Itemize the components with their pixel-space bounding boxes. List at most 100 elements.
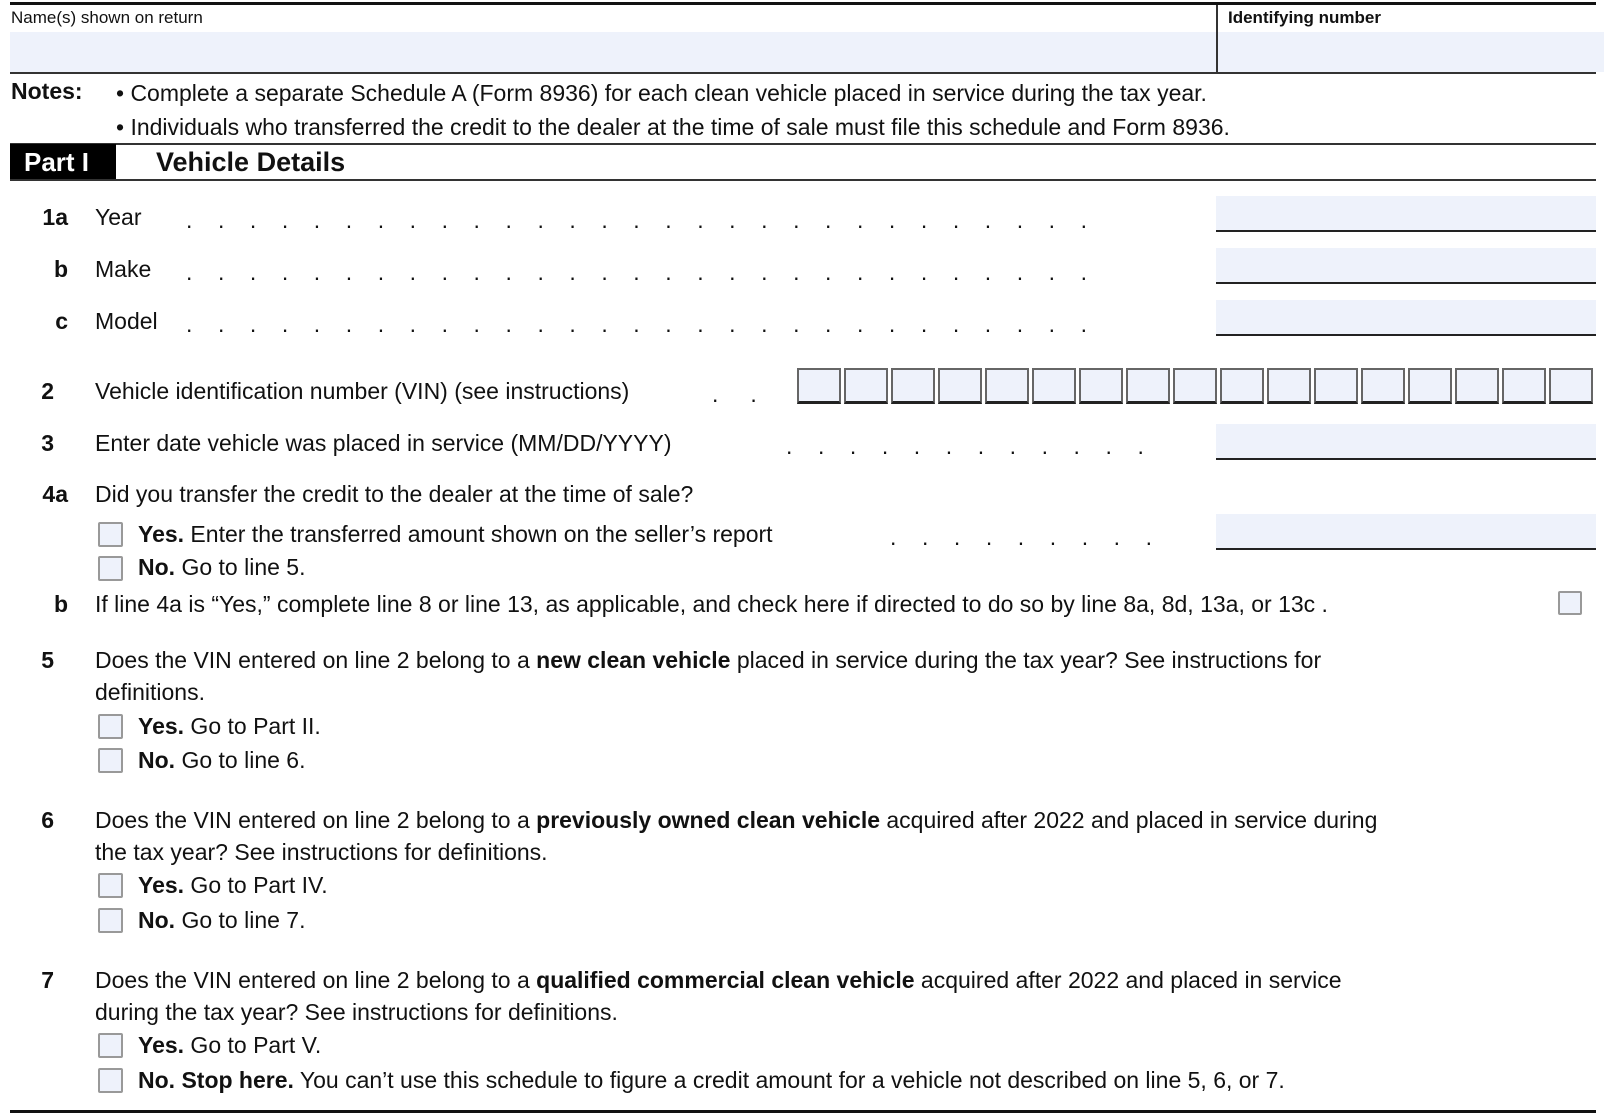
vin-char-box[interactable] (1455, 368, 1499, 404)
line-7-yes-text: Go to Part V. (184, 1032, 322, 1058)
vin-char-box[interactable] (1032, 368, 1076, 404)
vin-char-box[interactable] (1173, 368, 1217, 404)
line-4b-number: b (53, 591, 68, 617)
line-4a-leader: . . . . . . . . . (890, 524, 1152, 550)
line-5-bold: new clean vehicle (536, 647, 731, 673)
line-1a-number: 1a (42, 204, 68, 230)
line-6-bold: previously owned clean vehicle (536, 807, 880, 833)
line-7-no-label: No. Stop here. You can’t use this schedu… (138, 1066, 1285, 1094)
line-1c-label: Model (95, 308, 158, 334)
vin-char-box[interactable] (844, 368, 888, 404)
line-7-bold: qualified commercial clean vehicle (536, 967, 915, 993)
line-4a-no-label: No. Go to line 5. (138, 553, 305, 581)
line-5-no-bold: No. (138, 747, 176, 773)
line-6-yes-bold: Yes. (138, 872, 185, 898)
vin-char-box[interactable] (985, 368, 1029, 404)
line-4a-yes-bold: Yes. (138, 521, 185, 547)
line-2-number: 2 (41, 378, 54, 404)
line-4b-text: If line 4a is “Yes,” complete line 8 or … (95, 590, 1328, 618)
line-3-leader: . . . . . . . . . . . . (786, 433, 1144, 459)
placed-in-service-date-input[interactable] (1216, 424, 1596, 460)
vin-char-box[interactable] (1126, 368, 1170, 404)
line-1a-label: Year (95, 204, 142, 230)
line-7-pre: Does the VIN entered on line 2 belong to… (95, 967, 537, 993)
line-7-no-checkbox[interactable] (98, 1068, 123, 1093)
part-rule-bottom (10, 179, 1596, 181)
header-divider (1216, 5, 1218, 73)
line-7-no-bold: No. Stop here. (138, 1067, 294, 1093)
identifying-number-field[interactable] (1217, 32, 1604, 72)
line-5-yes-checkbox[interactable] (98, 714, 123, 739)
vin-char-box[interactable] (1220, 368, 1264, 404)
vin-char-box[interactable] (1267, 368, 1311, 404)
line-6-question: Does the VIN entered on line 2 belong to… (95, 806, 1377, 834)
transferred-amount-input[interactable] (1216, 514, 1596, 550)
line-5-post: placed in service during the tax year? S… (730, 647, 1322, 673)
line-5-no-text: Go to line 6. (175, 747, 306, 773)
line-4b-checkbox[interactable] (1558, 591, 1582, 615)
line-1b-label: Make (95, 256, 152, 282)
model-input[interactable] (1216, 300, 1596, 336)
line-6-yes-checkbox[interactable] (98, 873, 123, 898)
line-4a-number: 4a (42, 481, 68, 507)
vin-char-box[interactable] (891, 368, 935, 404)
vin-char-box[interactable] (1408, 368, 1452, 404)
line-1b-number: b (53, 256, 68, 282)
bottom-rule (10, 1110, 1596, 1113)
line-4a-yes-checkbox[interactable] (98, 522, 123, 547)
vin-char-box[interactable] (938, 368, 982, 404)
part-title: Vehicle Details (156, 147, 346, 177)
line-7-number: 7 (41, 967, 54, 993)
line-5-yes-text: Go to Part II. (184, 713, 321, 739)
line-4b-text-body: If line 4a is “Yes,” complete line 8 or … (95, 591, 1316, 617)
line-7-post: acquired after 2022 and placed in servic… (914, 967, 1342, 993)
part-badge: Part I (10, 144, 116, 180)
line-5-question: Does the VIN entered on line 2 belong to… (95, 646, 1321, 674)
line-6-no-text: Go to line 7. (175, 907, 306, 933)
vin-char-box[interactable] (1549, 368, 1593, 404)
line-7-no-text: You can’t use this schedule to figure a … (293, 1067, 1285, 1093)
top-rule (10, 2, 1596, 5)
vin-char-box[interactable] (1502, 368, 1546, 404)
year-input[interactable] (1216, 196, 1596, 232)
line-7-yes-bold: Yes. (138, 1032, 185, 1058)
line-3-label: Enter date vehicle was placed in service… (95, 430, 672, 456)
vin-char-box[interactable] (1079, 368, 1123, 404)
line-5-question-cont: definitions. (95, 679, 205, 705)
note-item-1: • Complete a separate Schedule A (Form 8… (116, 80, 1207, 106)
line-7-yes-checkbox[interactable] (98, 1033, 123, 1058)
line-4a-no-text: Go to line 5. (175, 554, 306, 580)
line-5-yes-bold: Yes. (138, 713, 185, 739)
line-7-question-cont: during the tax year? See instructions fo… (95, 999, 618, 1025)
line-6-post: acquired after 2022 and placed in servic… (880, 807, 1378, 833)
line-4a-no-checkbox[interactable] (98, 556, 123, 581)
line-1c-leader: . . . . . . . . . . . . . . . . . . . . … (186, 311, 1088, 337)
line-6-yes-text: Go to Part IV. (184, 872, 328, 898)
line-4b-leader: . (1315, 591, 1328, 617)
notes-label: Notes: (11, 78, 83, 104)
line-1a-leader: . . . . . . . . . . . . . . . . . . . . … (186, 207, 1088, 233)
note-item-2: • Individuals who transferred the credit… (116, 114, 1230, 140)
line-5-no-checkbox[interactable] (98, 748, 123, 773)
line-5-pre: Does the VIN entered on line 2 belong to… (95, 647, 537, 673)
line-4a-yes-text: Enter the transferred amount shown on th… (184, 521, 773, 547)
line-2-label: Vehicle identification number (VIN) (see… (95, 378, 630, 404)
line-7-question: Does the VIN entered on line 2 belong to… (95, 966, 1342, 994)
line-4a-question: Did you transfer the credit to the deale… (95, 481, 694, 507)
line-5-number: 5 (41, 647, 54, 673)
line-5-no-label: No. Go to line 6. (138, 746, 305, 774)
identifying-number-label: Identifying number (1228, 8, 1381, 27)
line-6-pre: Does the VIN entered on line 2 belong to… (95, 807, 537, 833)
vin-input-group (797, 368, 1593, 404)
line-6-no-checkbox[interactable] (98, 908, 123, 933)
line-5-yes-label: Yes. Go to Part II. (138, 712, 321, 740)
vin-char-box[interactable] (797, 368, 841, 404)
name-label: Name(s) shown on return (11, 8, 203, 27)
vin-char-box[interactable] (1314, 368, 1358, 404)
make-input[interactable] (1216, 248, 1596, 284)
line-4a-no-bold: No. (138, 554, 176, 580)
name-field[interactable] (10, 32, 1216, 72)
vin-char-box[interactable] (1361, 368, 1405, 404)
line-7-yes-label: Yes. Go to Part V. (138, 1031, 321, 1059)
line-1b-leader: . . . . . . . . . . . . . . . . . . . . … (186, 259, 1088, 285)
